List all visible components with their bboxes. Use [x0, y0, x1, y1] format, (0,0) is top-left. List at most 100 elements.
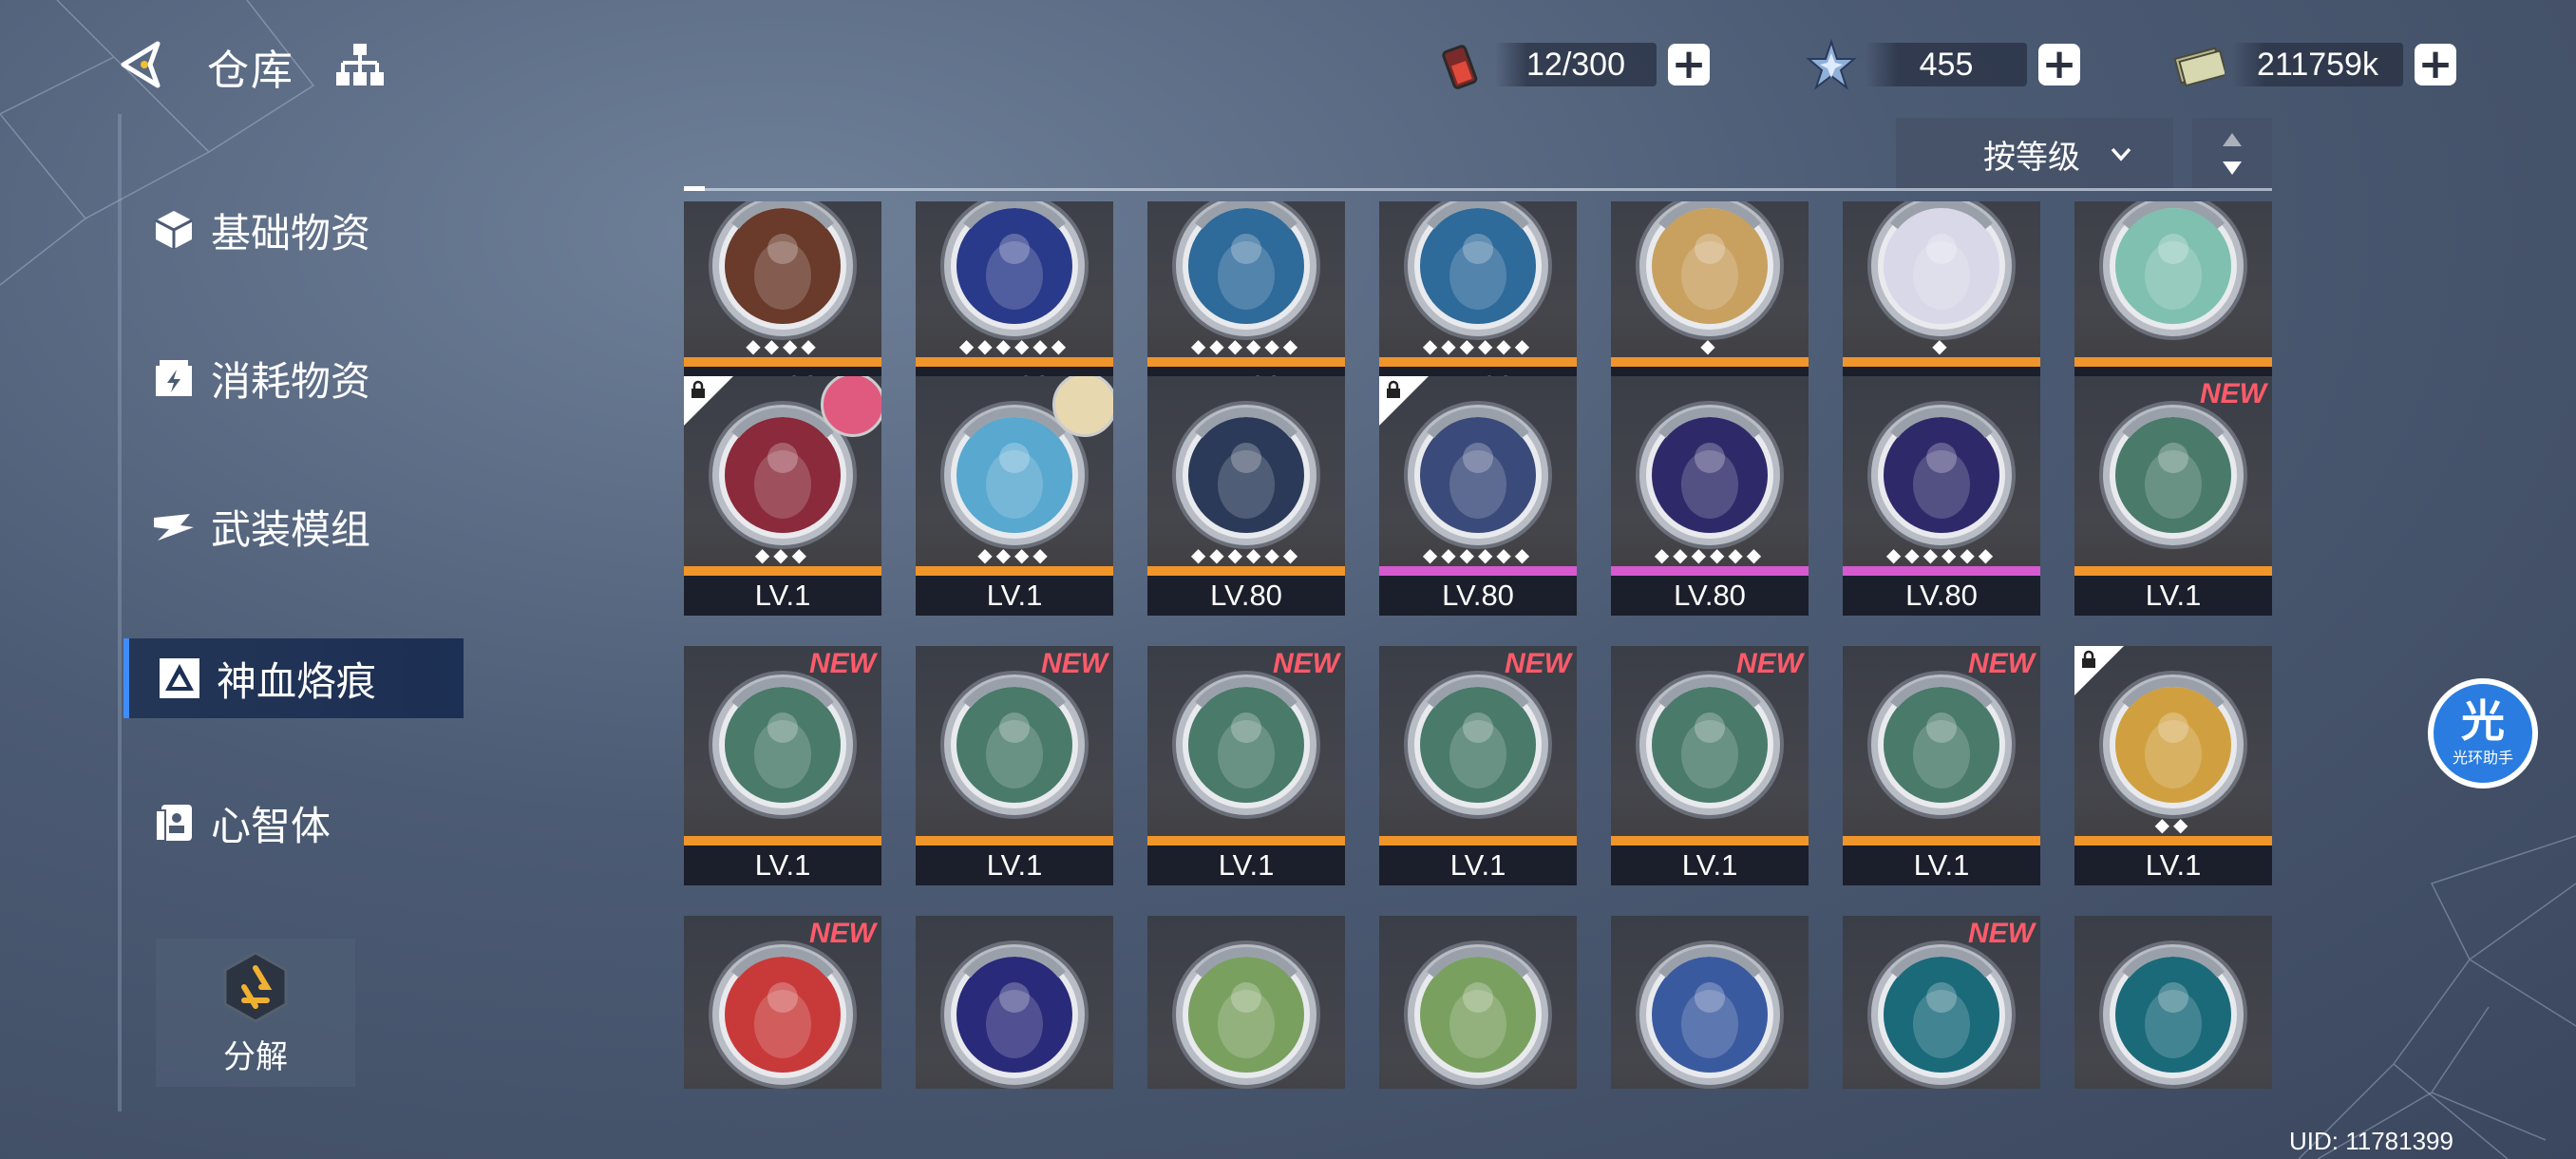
brand-card[interactable]: [916, 916, 1113, 1089]
brand-card[interactable]: NEW: [684, 916, 881, 1089]
rarity-stripe: [916, 357, 1113, 367]
sidebar-item-mind[interactable]: 心智体: [152, 787, 331, 859]
decompose-button[interactable]: 分解: [156, 939, 355, 1087]
brand-art-icon: [1172, 201, 1320, 340]
brand-card[interactable]: NEW: [1843, 916, 2040, 1089]
brand-art-icon: [709, 201, 857, 340]
brand-art-icon: [1636, 671, 1784, 819]
brand-card[interactable]: ◆◆◆◆◆◆ LV.80: [1843, 376, 2040, 616]
chevron-down-icon: [2111, 147, 2131, 162]
brand-art-icon: [1867, 671, 2016, 819]
page-title: 仓库: [207, 47, 294, 95]
level-label: LV.80: [1379, 576, 1577, 616]
back-icon[interactable]: [116, 38, 169, 91]
rarity-stripe: [684, 566, 881, 576]
brand-card[interactable]: ◆◆◆◆ LV.1: [916, 376, 1113, 616]
add-stamina-button[interactable]: +: [1668, 44, 1710, 86]
helper-floating-button[interactable]: 光 光环助手: [2428, 678, 2538, 788]
brand-art-icon: [1404, 940, 1552, 1089]
brand-icon: [160, 658, 199, 698]
level-label: LV.1: [916, 576, 1113, 616]
brand-card[interactable]: LV.1 NEW: [1843, 646, 2040, 885]
rarity-diamonds: ◆◆◆◆◆◆: [1190, 543, 1302, 566]
rarity-stripe: [1843, 566, 2040, 576]
cube-icon: [155, 211, 193, 249]
new-badge: NEW: [1041, 648, 1108, 679]
equipped-character-avatar: [1052, 376, 1113, 437]
brand-card[interactable]: LV.1 NEW: [1611, 646, 1809, 885]
rarity-stripe: [1147, 566, 1345, 576]
brand-card[interactable]: ◆◆◆◆◆◆ LV.80: [1379, 376, 1577, 616]
brand-card[interactable]: LV.1 NEW: [2074, 376, 2272, 616]
rarity-diamonds: ◆: [1932, 334, 1951, 357]
sidebar-item-label: 心智体: [211, 802, 331, 849]
brand-card[interactable]: [1611, 916, 1809, 1089]
level-label: LV.80: [1611, 576, 1809, 616]
add-crystal-button[interactable]: +: [2038, 44, 2080, 86]
cash-value: 211759k: [2232, 43, 2403, 86]
rarity-diamonds: ◆◆◆◆◆◆: [958, 334, 1070, 357]
crystal-value: 455: [1866, 43, 2027, 86]
brand-art-icon: [1636, 401, 1784, 549]
sort-dropdown[interactable]: 按等级: [1896, 118, 2173, 190]
resource-stamina: 12/300 +: [1434, 38, 1710, 91]
brand-card[interactable]: ◆◆◆ LV.1: [684, 376, 881, 616]
brand-art-icon: [1172, 940, 1320, 1089]
rarity-stripe: [2074, 357, 2272, 367]
brand-card[interactable]: LV.1 NEW: [684, 646, 881, 885]
level-label: LV.1: [2074, 846, 2272, 885]
rarity-diamonds: ◆◆◆◆: [977, 543, 1051, 566]
brand-card[interactable]: [1147, 916, 1345, 1089]
brand-art-icon: [940, 201, 1089, 340]
brand-art-icon: [1867, 201, 2016, 340]
recycle-icon: [223, 950, 288, 1023]
brand-card[interactable]: ◆◆ LV.1: [2074, 646, 2272, 885]
armament-icon: [154, 514, 194, 541]
crystal-icon: [1806, 38, 1857, 90]
brand-art-icon: [2099, 401, 2247, 549]
brand-card[interactable]: ◆◆◆◆◆◆: [1379, 916, 1577, 1089]
sidebar-item-brand[interactable]: 神血烙痕: [123, 638, 464, 718]
sort-label: 按等级: [1983, 138, 2080, 177]
rarity-stripe: [1611, 836, 1809, 846]
rarity-diamonds: ◆◆◆◆◆◆: [1422, 334, 1534, 357]
brand-card[interactable]: LV.1 NEW: [1147, 646, 1345, 885]
sidebar-item-basic[interactable]: 基础物资: [152, 194, 370, 266]
sidebar-item-label: 神血烙痕: [217, 657, 377, 705]
rarity-diamonds: ◆◆◆◆◆◆: [1654, 543, 1766, 566]
brand-card[interactable]: [2074, 916, 2272, 1089]
resource-cash: 211759k +: [2171, 38, 2456, 91]
rarity-stripe: [1611, 357, 1809, 367]
new-badge: NEW: [1968, 918, 2035, 949]
rarity-stripe: [2074, 836, 2272, 846]
rarity-stripe: [916, 566, 1113, 576]
resource-crystal: 455 +: [1805, 38, 2080, 91]
add-cash-button[interactable]: +: [2415, 44, 2456, 86]
brand-art-icon: [1636, 940, 1784, 1089]
rarity-diamonds: ◆: [1700, 334, 1719, 357]
level-label: LV.1: [2074, 576, 2272, 616]
brand-card[interactable]: LV.1 NEW: [916, 646, 1113, 885]
rarity-diamonds: ◆◆: [2154, 813, 2192, 836]
equipped-character-avatar: [821, 376, 881, 437]
rarity-stripe: [1843, 836, 2040, 846]
sidebar-item-armament[interactable]: 武装模组: [152, 490, 370, 562]
rarity-diamonds: ◆◆◆◆◆◆: [1885, 543, 1998, 566]
grid-scroll-thumb[interactable]: [684, 186, 705, 191]
new-badge: NEW: [1968, 648, 2035, 679]
sort-order-button[interactable]: [2192, 118, 2272, 190]
brand-art-icon: [1867, 940, 2016, 1089]
brand-card[interactable]: ◆◆◆◆◆◆ LV.80: [1611, 376, 1809, 616]
rarity-stripe: [2074, 566, 2272, 576]
new-badge: NEW: [1273, 648, 1339, 679]
brand-card[interactable]: LV.1 NEW: [1379, 646, 1577, 885]
brand-card[interactable]: ◆◆◆◆◆◆ LV.80: [1147, 376, 1345, 616]
new-badge: NEW: [809, 648, 876, 679]
hierarchy-icon[interactable]: [334, 42, 386, 87]
rarity-stripe: [1611, 566, 1809, 576]
rarity-diamonds: ◆◆◆: [754, 543, 811, 566]
new-badge: NEW: [809, 918, 876, 949]
helper-big-text: 光: [2461, 695, 2505, 747]
sidebar-item-consumables[interactable]: 消耗物资: [152, 342, 370, 414]
level-label: LV.1: [1843, 846, 2040, 885]
